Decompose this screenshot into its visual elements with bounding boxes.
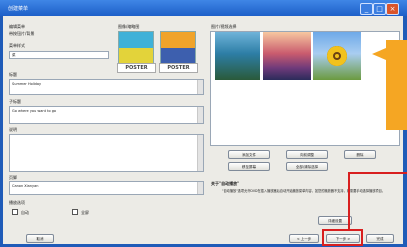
poster-label-1: POSTER — [117, 63, 156, 73]
menu-title-value: 带按钮片/背景 — [9, 31, 35, 36]
play-options-label: 播放选项 — [9, 200, 25, 205]
footer-scrollbar[interactable] — [197, 182, 203, 194]
highlight-line-vertical — [348, 172, 350, 231]
delete-button[interactable]: 删除 — [344, 150, 376, 159]
fullscreen-checkbox-label: 全屏 — [81, 210, 89, 215]
next-button-highlight — [322, 229, 363, 246]
footer-value: Canon Xianyan — [12, 184, 39, 188]
previous-button[interactable]: < 上一步 — [289, 234, 319, 243]
clear-selection-button[interactable]: 全部/清除选择 — [286, 162, 328, 171]
move-forward-button[interactable]: 向前调整 — [286, 150, 328, 159]
auto-checkbox[interactable] — [12, 209, 18, 215]
template-label: 菜单样式 — [9, 43, 25, 48]
close-button[interactable]: × — [386, 3, 399, 15]
poster-label-2: POSTER — [159, 63, 198, 73]
minimize-button[interactable]: _ — [360, 3, 373, 15]
notes-input[interactable] — [9, 134, 204, 172]
window-title: 创建菜单 — [8, 6, 29, 12]
fullscreen-checkbox[interactable] — [72, 209, 78, 215]
notes-label: 说明 — [9, 127, 17, 132]
image-sunset[interactable] — [263, 32, 311, 80]
template-thumb-1[interactable] — [118, 31, 154, 64]
title-input[interactable]: Summer Holiday — [9, 79, 204, 95]
cancel-button[interactable]: 取消 — [26, 234, 54, 243]
title-bar — [0, 0, 407, 16]
subtitle-input[interactable]: Go where you want to go — [9, 106, 204, 124]
detail-settings-button[interactable]: 详细设置 — [318, 216, 352, 225]
subtitle-value: Go where you want to go — [12, 109, 57, 113]
subtitle-label: 子标题 — [9, 99, 21, 104]
footer-input[interactable]: Canon Xianyan — [9, 181, 204, 195]
info-text: "自动播放"选项允许DVD在插入播放器后自动开始播放菜单内容，如您的播放器不支持… — [222, 189, 385, 193]
info-heading: 关于"自动播放" — [211, 181, 240, 186]
callout-arrowhead-icon — [372, 48, 386, 60]
finish-button[interactable]: 完成 — [366, 234, 394, 243]
highlight-line-horizontal — [348, 172, 407, 174]
template-thumb-2[interactable] — [160, 31, 196, 64]
title-scrollbar[interactable] — [197, 80, 203, 94]
template-value: 菜 — [12, 53, 16, 57]
move-to-screen-button[interactable]: 移至屏幕 — [228, 162, 270, 171]
title-value: Summer Holiday — [12, 82, 42, 86]
notes-scrollbar[interactable] — [197, 135, 203, 171]
maximize-button[interactable]: □ — [373, 3, 386, 15]
image-sunflower[interactable] — [313, 32, 361, 80]
subtitle-scrollbar[interactable] — [197, 107, 203, 123]
auto-checkbox-label: 自动 — [21, 210, 29, 215]
thumbnail-header: 图像/缩略图 — [118, 24, 140, 29]
template-select[interactable]: 菜 — [9, 51, 109, 59]
image-panel-header: 图片/视频选择 — [211, 24, 237, 29]
add-file-button[interactable]: 添加文件 — [228, 150, 270, 159]
image-waterfall[interactable] — [215, 32, 260, 80]
menu-title-label: 编辑菜单 — [9, 24, 25, 29]
callout-panel — [386, 40, 407, 130]
title-label: 标题 — [9, 72, 17, 77]
